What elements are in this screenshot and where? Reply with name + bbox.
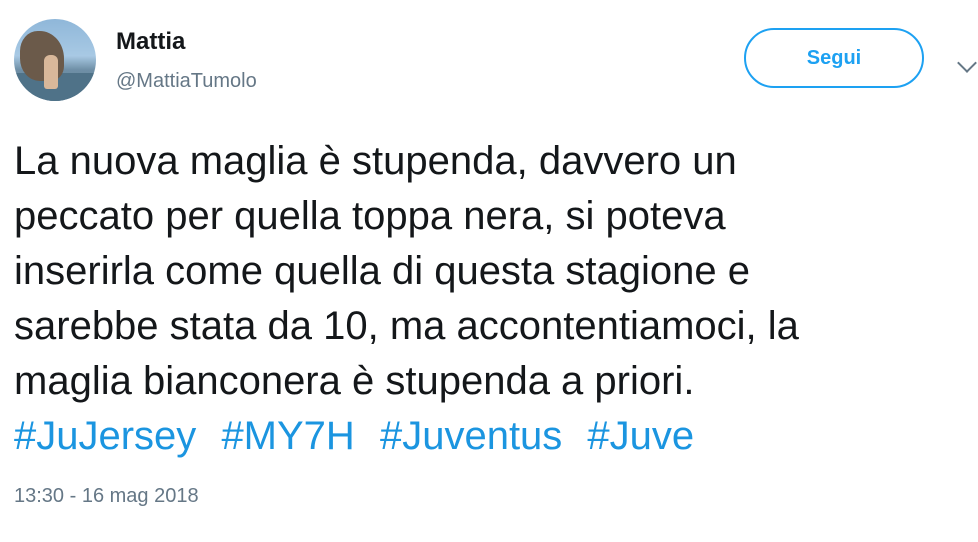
avatar-person	[44, 55, 58, 89]
hashtag-link[interactable]: #Juventus	[380, 414, 562, 458]
author-handle[interactable]: @MattiaTumolo	[116, 70, 257, 93]
hashtag-link[interactable]: #JuJersey	[14, 414, 196, 458]
tweet-text-line: inserirla come quella di questa stagione…	[14, 249, 750, 293]
tweet-text: La nuova maglia è stupenda, davvero un p…	[14, 134, 964, 409]
tweet-text-line: sarebbe stata da 10, ma accontentiamoci,…	[14, 304, 799, 348]
tweet-text-line: peccato per quella toppa nera, si poteva	[14, 194, 726, 238]
tweet-text-line: La nuova maglia è stupenda, davvero un	[14, 139, 737, 183]
hashtag-list: #JuJersey #MY7H #Juventus #Juve	[14, 409, 708, 464]
tweet-timestamp[interactable]: 13:30 - 16 mag 2018	[14, 485, 199, 508]
hashtag-link[interactable]: #Juve	[587, 414, 694, 458]
avatar[interactable]	[14, 19, 96, 101]
author-name[interactable]: Mattia	[116, 28, 185, 56]
hashtag-link[interactable]: #MY7H	[221, 414, 354, 458]
tweet-text-line: maglia bianconera è stupenda a priori.	[14, 359, 695, 403]
follow-button[interactable]: Segui	[744, 28, 924, 88]
chevron-down-icon[interactable]	[957, 53, 977, 73]
tweet-card: Mattia @MattiaTumolo Segui La nuova magl…	[0, 0, 978, 542]
